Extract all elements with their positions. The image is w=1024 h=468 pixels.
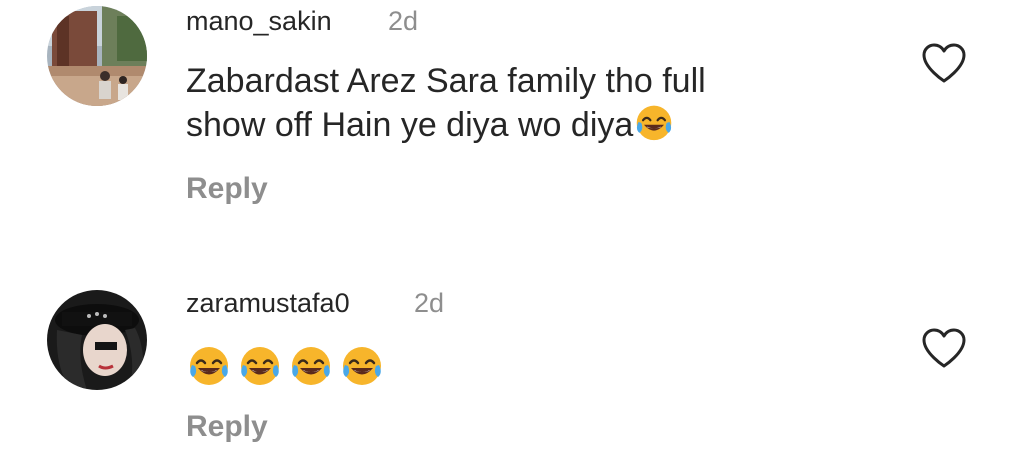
tears-of-joy-icon [343, 347, 381, 386]
comment-text: Zabardast Arez Sara family tho full show… [186, 60, 886, 146]
tears-of-joy-icon [241, 347, 279, 386]
tears-of-joy-icon [190, 347, 228, 386]
comment-text-line: show off Hain ye diya wo diya [186, 106, 634, 144]
comment-timestamp: 2d [414, 288, 445, 318]
comment-username[interactable]: zaramustafa0 [186, 288, 350, 319]
reply-button[interactable]: Reply [186, 172, 268, 206]
tears-of-joy-icon [637, 105, 672, 141]
comment-text-line: Zabardast Arez Sara family tho full [186, 62, 706, 100]
heart-outline-icon[interactable] [921, 42, 967, 84]
comment-item: mano_sakin 2d Zabardast Arez Sara family… [0, 0, 1024, 230]
avatar[interactable] [47, 6, 147, 106]
heart-outline-icon[interactable] [921, 327, 967, 369]
comment-text-line-2: show off Hain ye diya wo diya [186, 102, 886, 146]
tears-of-joy-icon [292, 347, 330, 386]
comment-username[interactable]: mano_sakin [186, 6, 332, 37]
reply-button[interactable]: Reply [186, 410, 268, 444]
comment-timestamp: 2d [388, 6, 419, 36]
avatar[interactable] [47, 290, 147, 390]
comment-emojis [187, 342, 887, 387]
comments-list: mano_sakin 2d Zabardast Arez Sara family… [0, 0, 1024, 468]
comment-item: zaramustafa0 2d Reply [0, 230, 1024, 468]
